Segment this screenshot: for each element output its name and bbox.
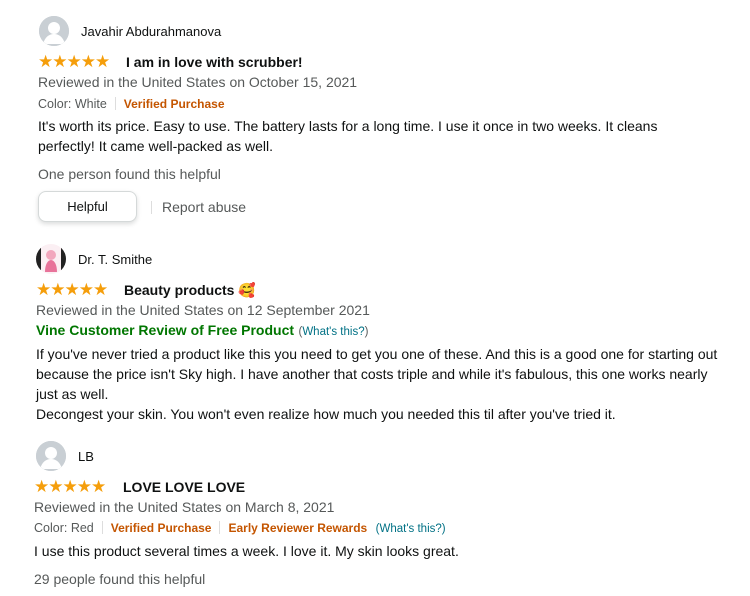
reviewer-name[interactable]: LB <box>78 449 94 464</box>
verified-purchase-badge: Verified Purchase <box>110 521 212 535</box>
star-rating-icons: ★★★★★ <box>36 280 108 299</box>
star-rating-icons: ★★★★★ <box>38 52 110 71</box>
review-title[interactable]: LOVE LOVE LOVE <box>123 479 245 495</box>
verified-purchase-badge: Verified Purchase <box>123 97 225 111</box>
avatar[interactable] <box>39 16 69 46</box>
avatar[interactable] <box>36 244 66 274</box>
divider <box>219 521 221 535</box>
review-title-text: Beauty products <box>124 282 235 298</box>
vine-badge-row: Vine Customer Review of Free Product (Wh… <box>36 322 368 340</box>
divider <box>114 97 116 111</box>
star-rating[interactable]: ★★★★★ <box>34 477 106 496</box>
vine-close-paren: ) <box>364 326 369 338</box>
review-body-paragraph: Decongest your skin. You won't even real… <box>36 406 616 422</box>
reviewer-name[interactable]: Dr. T. Smithe <box>78 252 152 267</box>
helpful-count: 29 people found this helpful <box>34 571 206 587</box>
review-body: I use this product several times a week.… <box>34 543 459 559</box>
divider <box>101 521 103 535</box>
default-avatar-icon <box>39 16 69 46</box>
reviewer-name[interactable]: Javahir Abdurahmanova <box>81 24 221 39</box>
avatar[interactable] <box>36 441 66 471</box>
default-avatar-icon <box>36 441 66 471</box>
whats-this-link[interactable]: What's this? <box>302 326 364 338</box>
helpful-button[interactable]: Helpful <box>38 191 137 222</box>
color-label: Color: Red <box>34 521 94 535</box>
star-rating[interactable]: ★★★★★ <box>38 52 110 71</box>
report-abuse-group: Report abuse <box>151 199 246 217</box>
smiling-face-emoji-icon: 🥰 <box>238 282 256 298</box>
early-reviewer-badge: Early Reviewer Rewards <box>228 521 368 535</box>
review-format: Color: White Verified Purchase <box>38 95 225 113</box>
review-title[interactable]: Beauty products 🥰 <box>124 282 256 299</box>
vine-review-label: Vine Customer Review of Free Product <box>36 322 295 338</box>
whats-this-link[interactable]: (What's this?) <box>376 523 446 535</box>
helpful-count: One person found this helpful <box>38 166 221 182</box>
star-rating[interactable]: ★★★★★ <box>36 280 108 299</box>
review-body-paragraph: If you've never tried a product like thi… <box>36 346 718 402</box>
helpful-button-label: Helpful <box>67 199 108 214</box>
profile-photo-icon <box>36 244 66 274</box>
review-title[interactable]: I am in love with scrubber! <box>126 54 303 70</box>
color-label: Color: White <box>38 97 107 111</box>
star-rating-icons: ★★★★★ <box>34 477 106 496</box>
review-format: Color: Red Verified Purchase Early Reviewe… <box>34 519 446 537</box>
review-body: It's worth its price. Easy to use. The b… <box>38 118 658 154</box>
review-date: Reviewed in the United States on 12 Sept… <box>36 302 370 318</box>
divider <box>151 201 152 215</box>
report-abuse-link[interactable]: Report abuse <box>162 199 246 215</box>
review-body: If you've never tried a product like thi… <box>36 344 726 424</box>
review-date: Reviewed in the United States on October… <box>38 74 358 90</box>
review-date: Reviewed in the United States on March 8… <box>34 499 335 515</box>
